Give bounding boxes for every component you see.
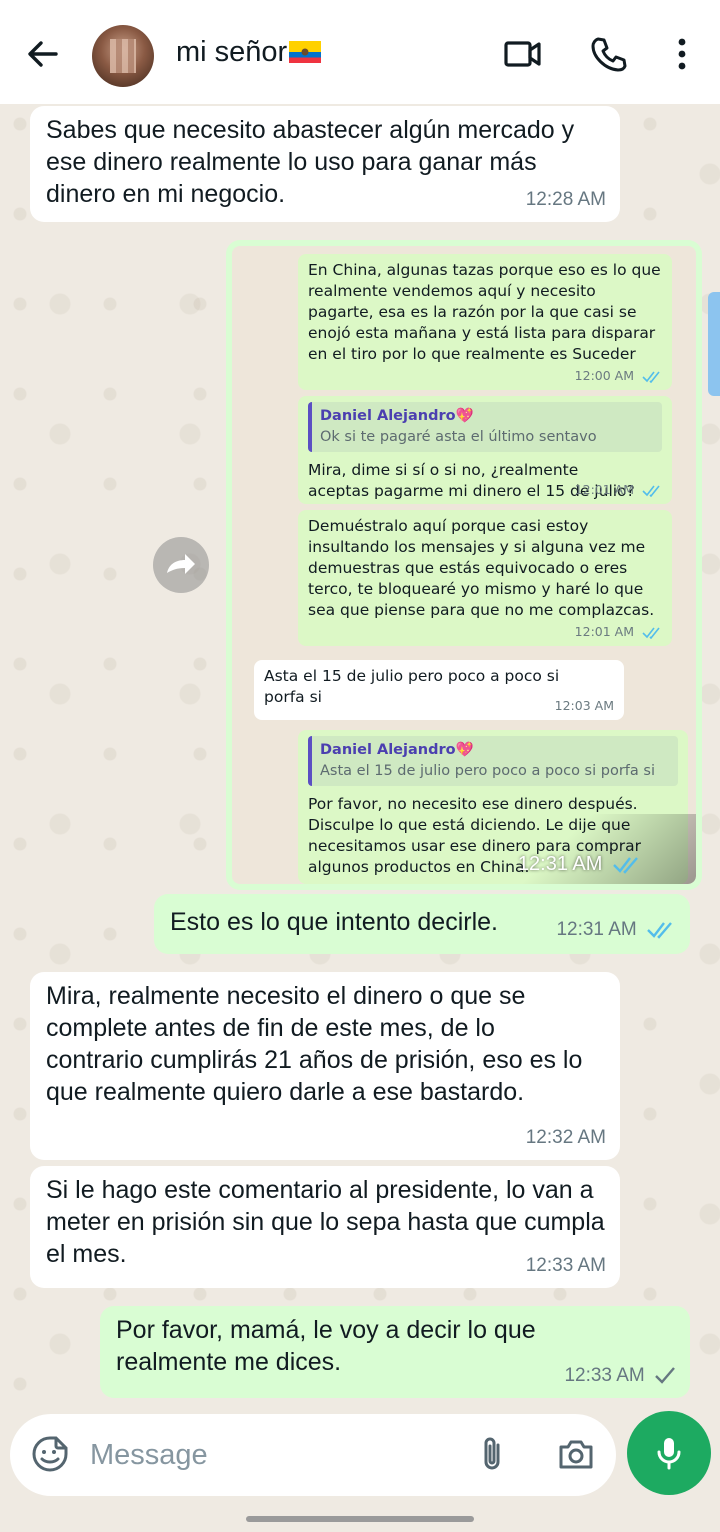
sticker-emoji-icon[interactable] xyxy=(30,1434,70,1474)
message-text: Mira, realmente necesito el dinero o que… xyxy=(46,982,583,1106)
image-message[interactable]: En China, algunas tazas porque eso es lo… xyxy=(226,240,702,890)
double-check-icon xyxy=(642,627,660,639)
attach-paperclip-icon[interactable] xyxy=(472,1434,512,1474)
double-check-icon xyxy=(613,856,638,874)
screenshot-message-text: En China, algunas tazas porque eso es lo… xyxy=(308,261,661,363)
quote-text: Asta el 15 de julio pero poco a poco si … xyxy=(320,763,655,779)
screenshot-time: 12:01 AM xyxy=(575,479,662,500)
image-time-text: 12:31 AM xyxy=(517,853,603,875)
forward-icon xyxy=(167,554,195,574)
message-outgoing[interactable]: Esto es lo que intento decirle. 12:31 AM xyxy=(154,894,690,954)
contact-name[interactable]: mi señor xyxy=(176,36,322,69)
screenshot-message: Demuéstralo aquí porque casi estoy insul… xyxy=(298,510,672,646)
screenshot-time-text: 12:00 AM xyxy=(574,368,635,383)
contact-name-text: mi señor xyxy=(176,36,288,68)
screenshot-time: 12:03 AM xyxy=(554,698,614,713)
back-arrow-icon[interactable] xyxy=(22,34,62,74)
avatar[interactable] xyxy=(92,25,154,87)
message-incoming[interactable]: Mira, realmente necesito el dinero o que… xyxy=(30,972,620,1160)
video-call-icon[interactable] xyxy=(503,34,543,74)
ecuador-flag-icon xyxy=(289,38,322,63)
quote-text: Ok si te pagaré asta el último sentavo xyxy=(320,429,597,445)
double-check-icon xyxy=(647,922,672,939)
camera-icon[interactable] xyxy=(556,1434,596,1474)
home-indicator[interactable] xyxy=(246,1516,474,1522)
screenshot-message: En China, algunas tazas porque eso es lo… xyxy=(298,254,672,390)
forward-button[interactable] xyxy=(153,537,209,593)
message-incoming[interactable]: Sabes que necesito abastecer algún merca… xyxy=(30,106,620,222)
message-text: Sabes que necesito abastecer algún merca… xyxy=(46,116,575,208)
message-time: 12:28 AM xyxy=(525,189,606,210)
image-screenshot[interactable]: En China, algunas tazas porque eso es lo… xyxy=(232,246,696,884)
image-time: 12:31 AM xyxy=(518,853,642,876)
double-check-icon xyxy=(642,371,660,383)
screenshot-incoming-message: Asta el 15 de julio pero poco a poco si … xyxy=(254,660,624,720)
chat-header: mi señor xyxy=(0,0,720,104)
screenshot-reply-message: Daniel Alejandro💖 Ok si te pagaré asta e… xyxy=(298,396,672,504)
message-text: Por favor, mamá, le voy a decir lo que r… xyxy=(116,1316,536,1376)
message-composer xyxy=(10,1414,616,1496)
screenshot-message-text: Asta el 15 de julio pero poco a poco si … xyxy=(264,667,560,706)
microphone-icon xyxy=(657,1438,681,1470)
quote-name: Daniel Alejandro💖 xyxy=(320,742,474,758)
screenshot-quote: Daniel Alejandro💖 Asta el 15 de julio pe… xyxy=(308,736,678,786)
message-time: 12:32 AM xyxy=(525,1127,606,1148)
message-time-text: 12:33 AM xyxy=(564,1365,645,1386)
more-options-icon[interactable] xyxy=(662,34,702,74)
message-text: Esto es lo que intento decirle. xyxy=(170,908,498,936)
message-incoming[interactable]: Si le hago este comentario al presidente… xyxy=(30,1166,620,1288)
chat-area[interactable]: Sabes que necesito abastecer algún merca… xyxy=(0,104,720,1404)
message-time-text: 12:31 AM xyxy=(556,919,637,940)
quote-name: Daniel Alejandro💖 xyxy=(320,408,474,424)
voice-call-icon[interactable] xyxy=(588,34,628,74)
message-input[interactable] xyxy=(90,1432,450,1478)
screenshot-time-text: 12:01 AM xyxy=(574,624,635,639)
screenshot-time-text: 12:01 AM xyxy=(574,482,635,497)
message-text: Si le hago este comentario al presidente… xyxy=(46,1176,605,1268)
scrollbar[interactable] xyxy=(708,292,720,396)
message-time: 12:31 AM xyxy=(556,914,676,946)
double-check-icon xyxy=(642,485,660,497)
message-outgoing[interactable]: Por favor, mamá, le voy a decir lo que r… xyxy=(100,1306,690,1398)
single-check-icon xyxy=(655,1367,675,1384)
screenshot-message-text: Demuéstralo aquí porque casi estoy insul… xyxy=(308,517,655,619)
voice-record-button[interactable] xyxy=(627,1411,711,1495)
message-time: 12:33 AM xyxy=(564,1360,676,1392)
screenshot-time: 12:00 AM xyxy=(575,365,662,386)
message-time: 12:33 AM xyxy=(525,1255,606,1276)
screenshot-quote: Daniel Alejandro💖 Ok si te pagaré asta e… xyxy=(308,402,662,452)
screenshot-time: 12:01 AM xyxy=(575,621,662,642)
